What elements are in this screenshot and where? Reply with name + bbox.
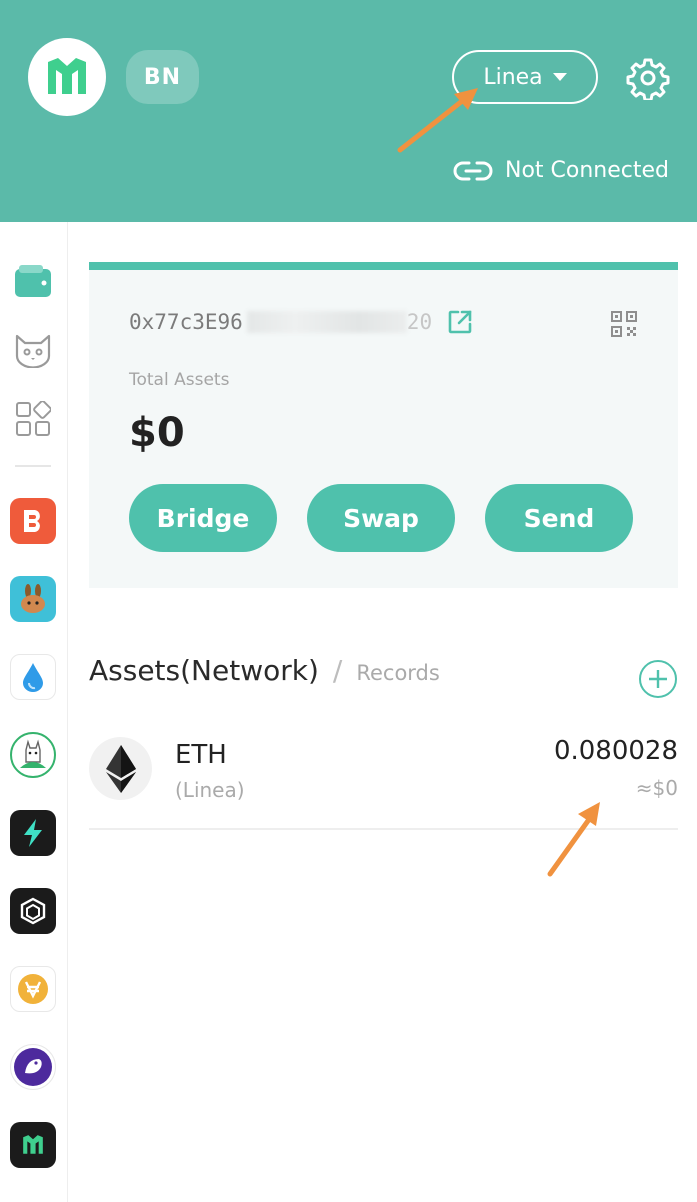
lightning-icon [10,810,56,856]
connection-status[interactable]: Not Connected [453,158,669,183]
caret-down-icon [552,73,567,81]
wallet-address[interactable]: 0x77c3E96 [129,310,243,334]
tab-assets-network[interactable]: Assets(Network) [89,654,319,687]
swap-button[interactable]: Swap [307,484,455,552]
address-row: 0x77c3E96 20 [129,308,474,336]
sidebar [0,222,68,1202]
account-avatar[interactable]: BN [126,50,199,104]
asset-row[interactable]: ETH (Linea) 0.080028 ≈$0 [89,716,678,830]
wallet-address-suffix: 20 [406,310,433,334]
sidebar-item-apps[interactable] [10,396,56,442]
send-button[interactable]: Send [485,484,633,552]
sidebar-app-3[interactable] [10,654,56,700]
apps-grid-icon [16,401,51,436]
cat-icon [15,334,51,368]
assets-tabs: Assets(Network) / Records [89,654,440,687]
tab-separator: / [332,654,343,687]
sidebar-app-1[interactable] [10,498,56,544]
link-icon [453,161,493,180]
network-label: Linea [483,64,543,90]
bridge-button[interactable]: Bridge [129,484,277,552]
network-selector[interactable]: Linea [452,50,598,104]
connection-status-text: Not Connected [504,158,669,183]
sidebar-item-wallet[interactable] [10,258,56,304]
sidebar-app-5[interactable] [10,810,56,856]
asset-amount: 0.080028 [553,736,678,766]
total-assets-label: Total Assets [129,370,230,390]
asset-symbol: ETH [175,740,227,770]
settings-gear-icon[interactable] [626,56,670,100]
sidebar-item-nft[interactable] [10,327,56,373]
app-b-icon [10,498,56,544]
llama-icon [10,732,56,778]
sidebar-divider [15,465,51,467]
sidebar-app-8[interactable] [10,1044,56,1090]
asset-network: (Linea) [175,778,245,802]
sidebar-app-6[interactable] [10,888,56,934]
external-link-icon[interactable] [446,308,474,336]
sidebar-app-4[interactable] [10,732,56,778]
asset-usd-value: ≈$0 [635,776,678,800]
brand-m-icon [10,1122,56,1168]
header: BN Linea Not Connected [0,0,697,222]
wallet-card: 0x77c3E96 20 Total Assets $0 Bridge Swap… [89,262,678,588]
bird-icon [10,1044,56,1090]
drop-icon [10,654,56,700]
add-token-icon[interactable] [638,659,678,699]
eth-coin-icon [89,737,152,800]
address-redaction [246,311,407,333]
total-assets-value: $0 [129,410,185,456]
wallet-icon [15,265,51,297]
sidebar-app-7[interactable] [10,966,56,1012]
hexagon-icon [10,888,56,934]
sidebar-app-9[interactable] [10,1122,56,1168]
pancake-bunny-icon [10,576,56,622]
qr-code-icon[interactable] [610,310,638,338]
coin-v-icon [10,966,56,1012]
sidebar-app-2[interactable] [10,576,56,622]
tab-records[interactable]: Records [356,661,440,685]
brand-logo-icon[interactable] [28,38,106,116]
